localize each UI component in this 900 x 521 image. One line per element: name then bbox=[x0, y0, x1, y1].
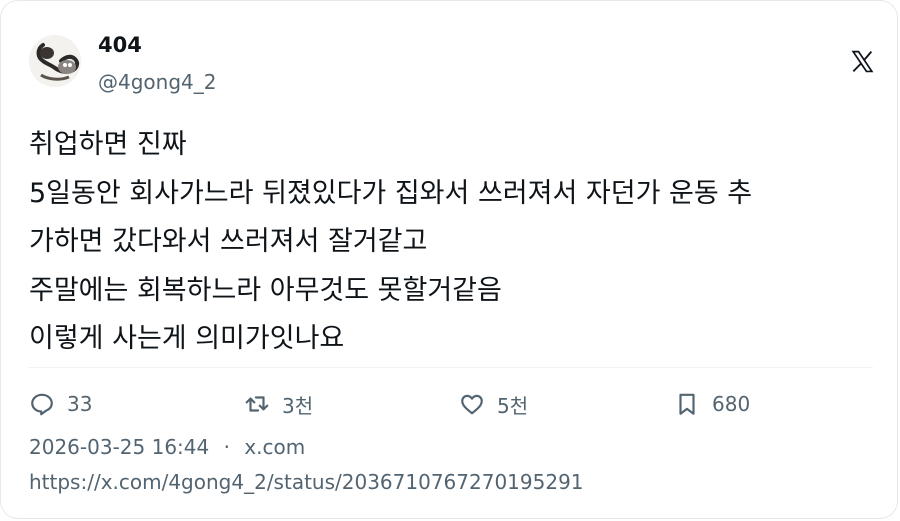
reply-count: 33 bbox=[67, 392, 93, 416]
tweet-text: 취업하면 진짜 5일동안 회사가느라 뒤졌있다가 집와서 쓰러져서 자던가 운동… bbox=[29, 121, 879, 364]
tweet-card: 404 @4gong4_2 취업하면 진짜 5일동안 회사가느라 뒤졌있다가 집… bbox=[0, 0, 898, 519]
bookmark-count: 680 bbox=[712, 392, 751, 416]
reply-button[interactable]: 33 bbox=[29, 387, 92, 421]
tweet-text-line: 주말에는 회복하느라 아무것도 못할거같음 bbox=[29, 274, 502, 306]
bookmark-button[interactable]: 680 bbox=[674, 387, 750, 421]
heart-icon bbox=[461, 394, 483, 415]
like-button[interactable]: 5천 bbox=[459, 387, 528, 421]
like-count: 5천 bbox=[497, 393, 529, 418]
display-name[interactable]: 404 bbox=[98, 33, 142, 57]
comment-bubble-icon bbox=[31, 393, 53, 416]
tweet-url[interactable]: https://x.com/4gong4_2/status/2036710767… bbox=[29, 470, 584, 494]
divider bbox=[29, 367, 873, 368]
tweet-text-line: 취업하면 진짜 bbox=[29, 129, 187, 160]
tweet-date[interactable]: 2026-03-25 16:44 bbox=[29, 435, 209, 459]
retweet-icon bbox=[245, 396, 269, 412]
x-logo-icon[interactable] bbox=[850, 49, 875, 74]
source-domain[interactable]: x.com bbox=[244, 435, 305, 459]
tweet-text-line: 가하면 갔다와서 쓰러져서 잘거같고 bbox=[29, 226, 428, 257]
timestamp-line: 2026-03-25 16:44 · x.com bbox=[29, 435, 305, 459]
retweet-count: 3천 bbox=[282, 393, 314, 418]
cat-avatar-image bbox=[29, 35, 81, 87]
meta-separator: · bbox=[223, 435, 230, 459]
avatar[interactable] bbox=[29, 35, 81, 87]
bookmark-icon bbox=[679, 393, 695, 415]
user-handle[interactable]: @4gong4_2 bbox=[98, 70, 216, 94]
tweet-text-line: 이렇게 사는게 의미가잇나요 bbox=[29, 323, 345, 354]
tweet-text-line: 5일동안 회사가느라 뒤졌있다가 집와서 쓰러져서 자던가 운동 추 bbox=[29, 177, 753, 209]
retweet-button[interactable]: 3천 bbox=[244, 387, 313, 421]
